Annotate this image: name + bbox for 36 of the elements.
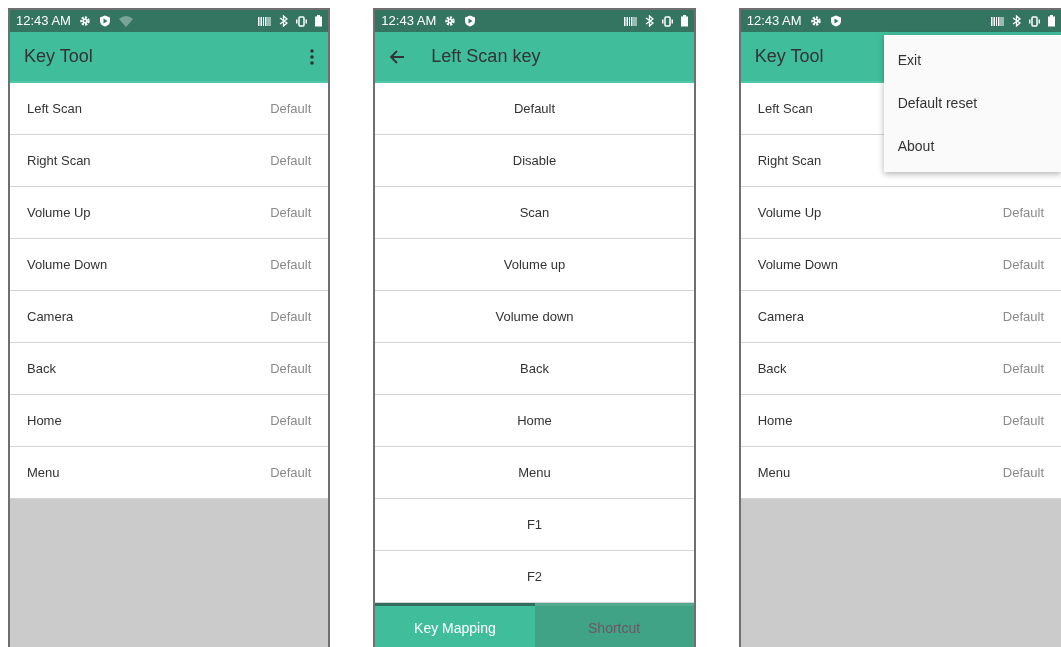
key-label: Back	[757, 359, 787, 378]
key-label: Volume Down	[27, 255, 108, 274]
key-value: Default	[1002, 411, 1044, 430]
key-value: Default	[1002, 203, 1044, 222]
key-label: Volume Up	[27, 203, 91, 222]
key-label: Menu	[27, 463, 60, 482]
app-title: Left Scan key	[431, 45, 541, 68]
status-time: 12:43 AM	[16, 12, 71, 31]
status-time: 12:43 AM	[381, 12, 437, 31]
key-value: Default	[270, 463, 312, 482]
key-label: Home	[757, 411, 793, 430]
key-value: Default	[270, 255, 312, 274]
key-value: Default	[270, 359, 312, 378]
key-value: Default	[270, 99, 312, 118]
key-label: Volume Up	[757, 203, 822, 222]
key-label: Camera	[27, 307, 74, 326]
key-label: Menu	[757, 463, 791, 482]
key-value: Default	[1002, 359, 1044, 378]
app-title: Key Tool	[754, 45, 824, 68]
key-label: Right Scan	[27, 151, 91, 170]
key-label: Back	[27, 359, 56, 378]
app-title: Key Tool	[24, 45, 93, 68]
key-value: Default	[1002, 463, 1044, 482]
key-label: Volume Down	[757, 255, 838, 274]
key-value: Default	[270, 411, 312, 430]
key-label: Right Scan	[757, 151, 822, 170]
key-value: Default	[270, 203, 312, 222]
key-label: Left Scan	[757, 99, 813, 118]
key-value: Default	[1002, 307, 1044, 326]
key-label: Camera	[757, 307, 804, 326]
key-label: Home	[27, 411, 62, 430]
key-label: Left Scan	[27, 99, 82, 118]
key-value: Default	[270, 151, 312, 170]
key-value: Default	[270, 307, 312, 326]
status-time: 12:43 AM	[746, 12, 802, 31]
key-value: Default	[1002, 255, 1044, 274]
